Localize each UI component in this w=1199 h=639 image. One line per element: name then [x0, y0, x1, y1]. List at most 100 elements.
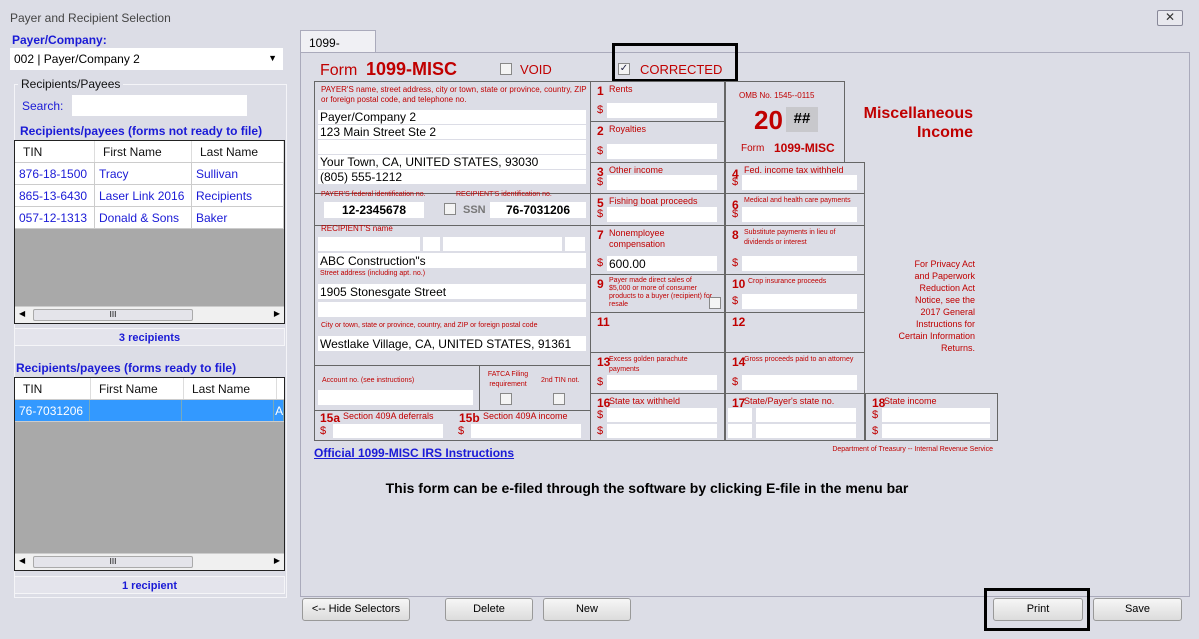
- x-icon: ✕: [1164, 10, 1176, 24]
- b4-field[interactable]: [742, 175, 857, 190]
- not-ready-table[interactable]: TIN First Name Last Name 876-18-1500 Tracy S…: [14, 140, 285, 324]
- recipient-last-name[interactable]: [443, 237, 562, 251]
- b15a-label: Section 409A deferrals: [343, 411, 434, 421]
- col-last-name[interactable]: Last Name: [184, 378, 277, 399]
- b5-field[interactable]: [607, 207, 717, 222]
- b14-label: Gross proceeds paid to an attorney: [744, 356, 854, 363]
- b9-checkbox[interactable]: [709, 297, 721, 309]
- b18-field[interactable]: [882, 424, 990, 438]
- search-input[interactable]: [72, 95, 247, 116]
- street-field[interactable]: 1905 Stonesgate Street: [318, 284, 586, 299]
- recipient-id-field[interactable]: 76-7031206: [490, 202, 586, 218]
- col-tin[interactable]: TIN: [15, 378, 91, 399]
- b16-field[interactable]: [607, 408, 717, 422]
- b2-num: 2: [597, 124, 604, 138]
- col-first-name[interactable]: First Name: [91, 378, 184, 399]
- instructions-link[interactable]: Official 1099-MISC IRS Instructions: [314, 446, 514, 460]
- form-word: Form: [320, 62, 358, 79]
- close-button[interactable]: ✕: [1157, 10, 1183, 26]
- state-id-field[interactable]: [756, 408, 856, 422]
- save-button[interactable]: Save: [1093, 598, 1182, 621]
- b3-field[interactable]: [607, 175, 717, 190]
- state-id-field[interactable]: [756, 424, 856, 438]
- payer-line-2[interactable]: 123 Main Street Ste 2: [318, 125, 586, 139]
- table-row[interactable]: 865-13-6430 Laser Link 2016 Recipients: [15, 185, 284, 207]
- ready-table[interactable]: TIN First Name Last Name 76-7031206 A ◀ III ▶: [14, 377, 285, 571]
- b1-field[interactable]: [607, 103, 717, 118]
- scroll-thumb[interactable]: III: [33, 556, 193, 568]
- efile-message: This form can be e-filed through the sof…: [385, 480, 909, 496]
- arrow-right-icon[interactable]: ▶: [274, 556, 280, 565]
- col-last-name[interactable]: Last Name: [192, 141, 284, 162]
- dollar-sign: $: [732, 208, 739, 220]
- arrow-left-icon[interactable]: ◀: [19, 309, 25, 318]
- omb-number: OMB No. 1545--0115: [739, 91, 815, 100]
- ssn-checkbox[interactable]: [444, 203, 456, 215]
- street-line-2[interactable]: [318, 302, 586, 317]
- b10-field[interactable]: [742, 294, 857, 309]
- col-tin[interactable]: TIN: [15, 141, 95, 162]
- delete-button[interactable]: Delete: [445, 598, 533, 621]
- b13-field[interactable]: [607, 375, 717, 390]
- arrow-right-icon[interactable]: ▶: [274, 309, 280, 318]
- b6-field[interactable]: [742, 207, 857, 222]
- print-button[interactable]: Print: [993, 598, 1083, 621]
- horizontal-scrollbar[interactable]: ◀ III ▶: [15, 306, 284, 323]
- b2-field[interactable]: [607, 144, 717, 159]
- form-small-name: 1099-MISC: [774, 141, 835, 155]
- dollar-sign: $: [732, 376, 739, 388]
- col-first-name[interactable]: First Name: [95, 141, 192, 162]
- recipient-first-name[interactable]: [318, 237, 420, 251]
- b13-label: Excess golden parachute payments: [609, 356, 688, 373]
- payer-id-field[interactable]: 12-2345678: [324, 202, 424, 218]
- payer-line-5[interactable]: (805) 555-1212: [318, 170, 586, 184]
- table-row[interactable]: 057-12-1313 Donald & Sons Baker: [15, 207, 284, 229]
- ready-count: 1 recipient: [14, 576, 285, 594]
- state-code-field[interactable]: [728, 408, 752, 422]
- title-line-1: Miscellaneous: [863, 105, 973, 122]
- year-suffix[interactable]: ##: [786, 107, 818, 132]
- hide-selectors-button[interactable]: <-- Hide Selectors: [302, 598, 410, 621]
- not-ready-heading: Recipients/payees (forms not ready to fi…: [20, 124, 263, 138]
- scroll-thumb[interactable]: III: [33, 309, 193, 321]
- b15a-field[interactable]: [333, 424, 443, 438]
- table-row[interactable]: 876-18-1500 Tracy Sullivan: [15, 163, 284, 185]
- payer-line-3[interactable]: [318, 140, 586, 154]
- state-code-field[interactable]: [728, 424, 752, 438]
- b8-label: Substitute payments in lieu of dividends…: [744, 229, 836, 246]
- fatca-label: FATCA Filing requirement: [487, 371, 529, 388]
- cell-first: Tracy: [95, 163, 192, 184]
- b8-field[interactable]: [742, 256, 857, 271]
- b16-field[interactable]: [607, 424, 717, 438]
- b14-field[interactable]: [742, 375, 857, 390]
- cell-first: Donald & Sons: [95, 207, 192, 228]
- recipient-middle-initial[interactable]: [423, 237, 440, 251]
- new-button[interactable]: New: [543, 598, 631, 621]
- tin2-checkbox[interactable]: [553, 393, 565, 405]
- privacy-notice: For Privacy Act and Paperwork Reduction …: [898, 259, 975, 353]
- horizontal-scrollbar[interactable]: ◀ III ▶: [15, 553, 284, 570]
- b18-field[interactable]: [882, 408, 990, 422]
- cell-tin: 876-18-1500: [15, 163, 95, 184]
- tab-1099-misc[interactable]: 1099-MISC: [300, 30, 376, 64]
- cell-tin: 865-13-6430: [15, 185, 95, 206]
- table-row-selected[interactable]: 76-7031206 A: [15, 400, 284, 422]
- ssn-label: SSN: [463, 204, 486, 216]
- fatca-checkbox[interactable]: [500, 393, 512, 405]
- payer-line-4[interactable]: Your Town, CA, UNITED STATES, 93030: [318, 155, 586, 169]
- account-field[interactable]: [318, 390, 473, 405]
- form-small-word: Form: [741, 143, 765, 154]
- corrected-checkbox[interactable]: ✓: [618, 63, 630, 75]
- payer-line-1[interactable]: Payer/Company 2: [318, 110, 586, 124]
- void-checkbox[interactable]: [500, 63, 512, 75]
- recipient-name-field[interactable]: ABC Construction"s: [318, 253, 586, 268]
- b7-field[interactable]: 600.00: [607, 256, 717, 271]
- payer-dropdown[interactable]: 002 | Payer/Company 2 ▼: [10, 48, 283, 70]
- dollar-sign: $: [458, 425, 465, 437]
- b15b-field[interactable]: [471, 424, 581, 438]
- arrow-left-icon[interactable]: ◀: [19, 556, 25, 565]
- recipient-suffix[interactable]: [565, 237, 585, 251]
- dollar-sign: $: [872, 425, 879, 437]
- city-field[interactable]: Westlake Village, CA, UNITED STATES, 913…: [318, 336, 586, 351]
- b11-num: 11: [597, 315, 610, 329]
